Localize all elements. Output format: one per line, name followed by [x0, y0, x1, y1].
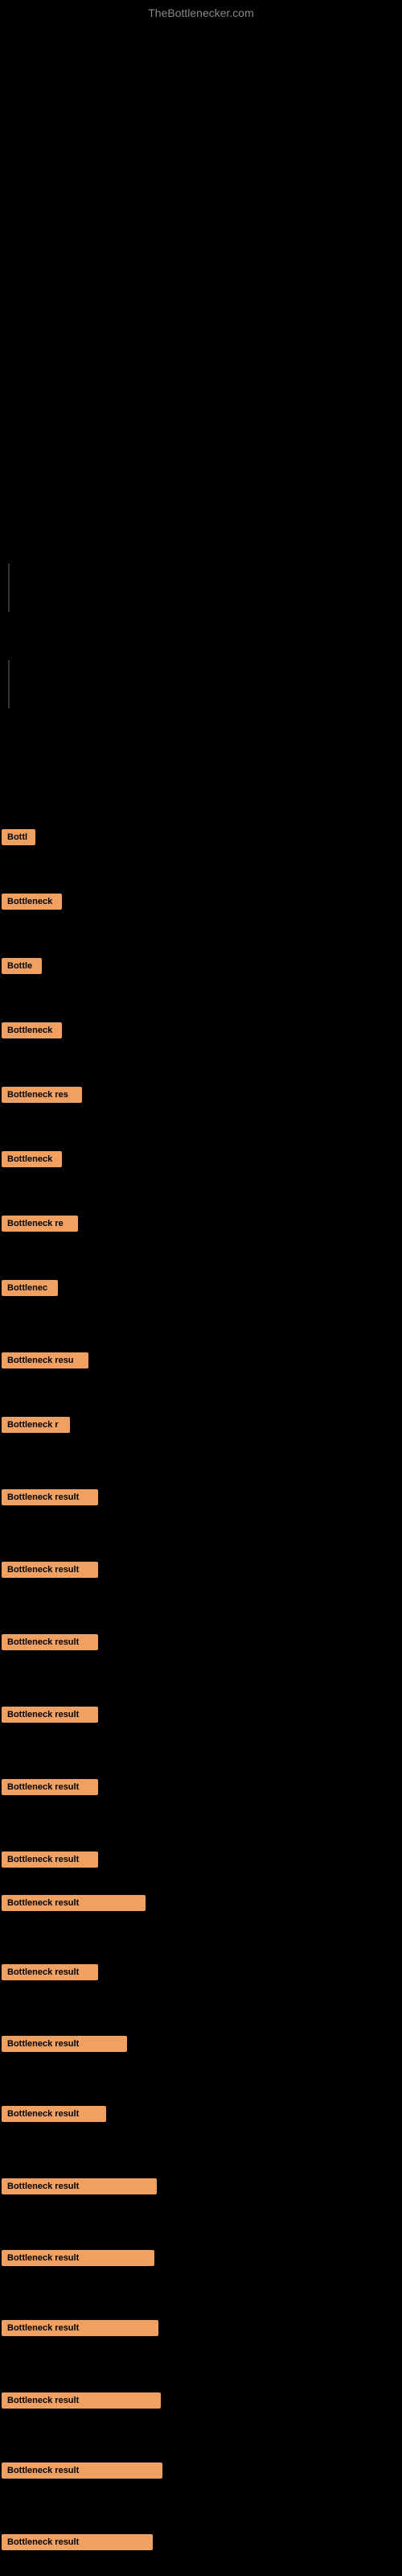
bottleneck-item-21: Bottleneck result: [0, 2178, 402, 2198]
bottleneck-badge-9: Bottleneck resu: [2, 1352, 88, 1368]
bottleneck-item-22: Bottleneck result: [0, 2250, 402, 2270]
bottleneck-item-7: Bottleneck re: [0, 1216, 402, 1236]
bottleneck-badge-21: Bottleneck result: [2, 2178, 157, 2194]
bottleneck-item-10: Bottleneck r: [0, 1417, 402, 1437]
bottleneck-item-17: Bottleneck result: [0, 1895, 402, 1915]
bottleneck-item-18: Bottleneck result: [0, 1964, 402, 1984]
bottleneck-badge-19: Bottleneck result: [2, 2036, 127, 2052]
bottleneck-item-23: Bottleneck result: [0, 2320, 402, 2340]
bottleneck-badge-12: Bottleneck result: [2, 1562, 98, 1578]
bottleneck-item-11: Bottleneck result: [0, 1489, 402, 1509]
vertical-line-1: [8, 564, 10, 612]
site-title: TheBottlenecker.com: [148, 6, 254, 19]
bottleneck-badge-23: Bottleneck result: [2, 2320, 158, 2336]
bottleneck-item-24: Bottleneck result: [0, 2392, 402, 2413]
bottleneck-item-16: Bottleneck result: [0, 1852, 402, 1872]
bottleneck-item-1: Bottl: [0, 829, 402, 849]
bottleneck-item-26: Bottleneck result: [0, 2534, 402, 2554]
bottleneck-badge-26: Bottleneck result: [2, 2534, 153, 2550]
bottleneck-item-9: Bottleneck resu: [0, 1352, 402, 1373]
bottleneck-badge-25: Bottleneck result: [2, 2462, 162, 2479]
bottleneck-item-15: Bottleneck result: [0, 1779, 402, 1799]
bottleneck-item-13: Bottleneck result: [0, 1634, 402, 1654]
bottleneck-badge-22: Bottleneck result: [2, 2250, 154, 2266]
bottleneck-item-12: Bottleneck result: [0, 1562, 402, 1582]
bottleneck-item-3: Bottle: [0, 958, 402, 978]
vertical-line-2: [8, 660, 10, 708]
bottleneck-item-8: Bottlenec: [0, 1280, 402, 1300]
bottleneck-badge-13: Bottleneck result: [2, 1634, 98, 1650]
bottleneck-item-20: Bottleneck result: [0, 2106, 402, 2126]
bottleneck-badge-2: Bottleneck: [2, 894, 62, 910]
bottleneck-badge-7: Bottleneck re: [2, 1216, 78, 1232]
bottleneck-item-6: Bottleneck: [0, 1151, 402, 1171]
bottleneck-item-14: Bottleneck result: [0, 1707, 402, 1727]
bottleneck-badge-15: Bottleneck result: [2, 1779, 98, 1795]
bottleneck-badge-8: Bottlenec: [2, 1280, 58, 1296]
bottleneck-badge-16: Bottleneck result: [2, 1852, 98, 1868]
bottleneck-item-5: Bottleneck res: [0, 1087, 402, 1107]
chart-area: [8, 24, 394, 507]
bottleneck-badge-20: Bottleneck result: [2, 2106, 106, 2122]
bottleneck-badge-4: Bottleneck: [2, 1022, 62, 1038]
bottleneck-badge-14: Bottleneck result: [2, 1707, 98, 1723]
bottleneck-badge-6: Bottleneck: [2, 1151, 62, 1167]
bottleneck-badge-1: Bottl: [2, 829, 35, 845]
bottleneck-badge-5: Bottleneck res: [2, 1087, 82, 1103]
bottleneck-badge-10: Bottleneck r: [2, 1417, 70, 1433]
bottleneck-badge-24: Bottleneck result: [2, 2392, 161, 2409]
bottleneck-badge-18: Bottleneck result: [2, 1964, 98, 1980]
bottleneck-badge-11: Bottleneck result: [2, 1489, 98, 1505]
bottleneck-badge-3: Bottle: [2, 958, 42, 974]
bottleneck-badge-17: Bottleneck result: [2, 1895, 146, 1911]
bottleneck-item-2: Bottleneck: [0, 894, 402, 914]
bottleneck-item-25: Bottleneck result: [0, 2462, 402, 2483]
bottleneck-item-4: Bottleneck: [0, 1022, 402, 1042]
bottleneck-item-19: Bottleneck result: [0, 2036, 402, 2056]
